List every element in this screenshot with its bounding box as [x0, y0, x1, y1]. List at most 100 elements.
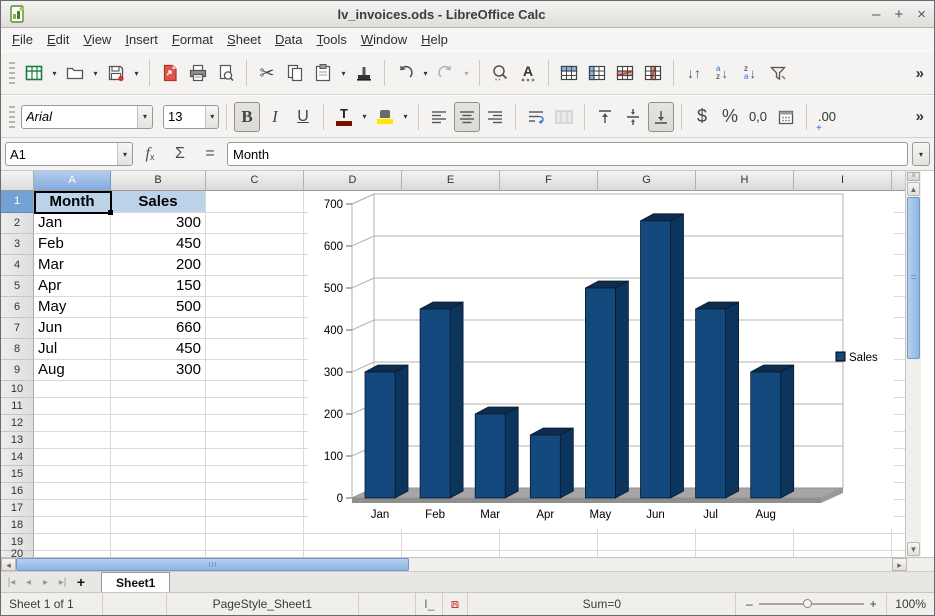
cell-C12[interactable] [206, 415, 304, 432]
cell-C11[interactable] [206, 398, 304, 415]
function-wizard-button[interactable]: fx [137, 141, 163, 167]
cell-A20[interactable] [34, 551, 111, 557]
cell-B19[interactable] [111, 534, 206, 551]
cell-partial-14[interactable] [892, 449, 906, 466]
paste-button[interactable] [310, 58, 336, 88]
wrap-text-button[interactable] [523, 102, 549, 132]
cell-A16[interactable] [34, 483, 111, 500]
column-header-i[interactable]: I [794, 171, 892, 191]
cell-partial-20[interactable] [892, 551, 906, 557]
chart-bar-jul[interactable] [696, 302, 739, 498]
row-header-8[interactable]: 8 [1, 339, 34, 360]
cell-B17[interactable] [111, 500, 206, 517]
row-header-5[interactable]: 5 [1, 276, 34, 297]
cell-partial-8[interactable] [892, 339, 906, 360]
cell-C16[interactable] [206, 483, 304, 500]
redo-dropdown-caret[interactable]: ▾ [461, 58, 472, 88]
cell-partial-5[interactable] [892, 276, 906, 297]
cell-B4[interactable]: 200 [111, 255, 206, 276]
undo-dropdown-caret[interactable]: ▾ [420, 58, 431, 88]
menu-item-view[interactable]: View [76, 30, 118, 49]
center-vertically-button[interactable] [620, 102, 646, 132]
zoom-in-button[interactable]: + [870, 597, 877, 611]
menu-item-edit[interactable]: Edit [40, 30, 76, 49]
cell-A9[interactable]: Aug [34, 360, 111, 381]
cell-C7[interactable] [206, 318, 304, 339]
last-sheet-button[interactable]: ▸| [54, 572, 71, 592]
cell-C13[interactable] [206, 432, 304, 449]
cell-I19[interactable] [794, 534, 892, 551]
add-decimal-place-button[interactable]: .00 + [814, 102, 840, 132]
row-header-3[interactable]: 3 [1, 234, 34, 255]
redo-button[interactable] [433, 58, 459, 88]
toolbar-overflow-button[interactable]: » [910, 108, 930, 125]
add-sheet-button[interactable]: + [71, 572, 91, 592]
name-box[interactable]: ▾ [5, 142, 133, 166]
horizontal-scrollbar[interactable]: ◂ ▸ [1, 557, 934, 571]
column-header-b[interactable]: B [111, 171, 206, 191]
scroll-down-button[interactable]: ▼ [907, 542, 920, 556]
row-header-6[interactable]: 6 [1, 297, 34, 318]
export-pdf-button[interactable] [157, 58, 183, 88]
column-header-d[interactable]: D [304, 171, 402, 191]
row-header-11[interactable]: 11 [1, 398, 34, 415]
split-window-handle[interactable]: ≡ [907, 172, 920, 181]
cell-B5[interactable]: 150 [111, 276, 206, 297]
cell-C1[interactable] [206, 191, 304, 213]
currency-format-button[interactable]: $ [689, 102, 715, 132]
cell-A10[interactable] [34, 381, 111, 398]
column-header-e[interactable]: E [402, 171, 500, 191]
align-center-button[interactable] [454, 102, 480, 132]
new-dropdown-caret[interactable]: ▾ [49, 58, 60, 88]
row-header-15[interactable]: 15 [1, 466, 34, 483]
font-size-input[interactable] [164, 107, 205, 127]
cell-A13[interactable] [34, 432, 111, 449]
cell-B2[interactable]: 300 [111, 213, 206, 234]
italic-button[interactable]: I [262, 102, 288, 132]
cell-A19[interactable] [34, 534, 111, 551]
toolbar-overflow-button[interactable]: » [910, 65, 930, 82]
sum-button[interactable]: Σ [167, 141, 193, 167]
cell-B18[interactable] [111, 517, 206, 534]
find-replace-button[interactable] [487, 58, 513, 88]
row-header-9[interactable]: 9 [1, 360, 34, 381]
number-format-button[interactable]: 0,0 [745, 102, 771, 132]
cell-B7[interactable]: 660 [111, 318, 206, 339]
cell-C20[interactable] [206, 551, 304, 557]
cell-E19[interactable] [402, 534, 500, 551]
cell-partial-19[interactable] [892, 534, 906, 551]
font-color-button[interactable]: T [331, 102, 357, 132]
cell-partial-18[interactable] [892, 517, 906, 534]
menu-item-file[interactable]: File [5, 30, 40, 49]
cut-button[interactable]: ✂ [254, 58, 280, 88]
cell-B20[interactable] [111, 551, 206, 557]
cell-D20[interactable] [304, 551, 402, 557]
vertical-scrollbar[interactable]: ≡ ▲ ▼ [905, 171, 921, 557]
cell-B6[interactable]: 500 [111, 297, 206, 318]
row-header-7[interactable]: 7 [1, 318, 34, 339]
row-header-13[interactable]: 13 [1, 432, 34, 449]
cell-C15[interactable] [206, 466, 304, 483]
column-header-partial[interactable] [892, 171, 906, 191]
scroll-right-button[interactable]: ▸ [892, 558, 907, 571]
print-button[interactable] [185, 58, 211, 88]
insert-row-above-button[interactable] [556, 58, 582, 88]
cell-partial-3[interactable] [892, 234, 906, 255]
spelling-button[interactable]: A [515, 58, 541, 88]
cell-H19[interactable] [696, 534, 794, 551]
cell-partial-1[interactable] [892, 191, 906, 213]
cell-partial-13[interactable] [892, 432, 906, 449]
previous-sheet-button[interactable]: ◂ [20, 572, 37, 592]
formula-button[interactable]: = [197, 141, 223, 167]
row-header-14[interactable]: 14 [1, 449, 34, 466]
cell-C14[interactable] [206, 449, 304, 466]
open-dropdown-caret[interactable]: ▾ [90, 58, 101, 88]
cell-B15[interactable] [111, 466, 206, 483]
cell-partial-17[interactable] [892, 500, 906, 517]
align-top-button[interactable] [592, 102, 618, 132]
new-spreadsheet-button[interactable] [21, 58, 47, 88]
underline-button[interactable]: U [290, 102, 316, 132]
delete-row-button[interactable] [612, 58, 638, 88]
row-header-16[interactable]: 16 [1, 483, 34, 500]
row-header-12[interactable]: 12 [1, 415, 34, 432]
